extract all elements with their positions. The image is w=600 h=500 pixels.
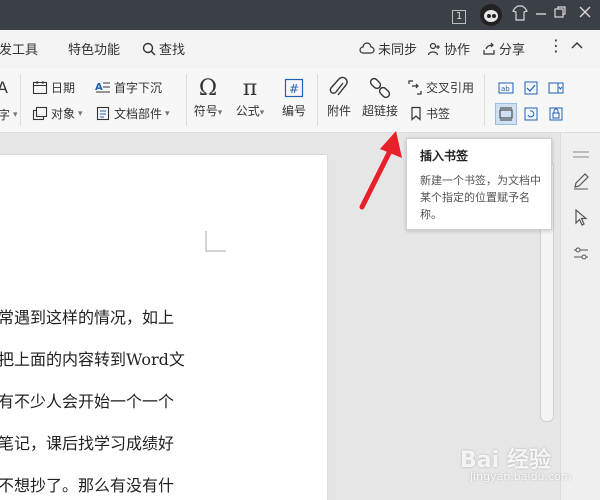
doc-parts-icon bbox=[96, 106, 110, 121]
calendar-icon bbox=[32, 81, 48, 95]
date-label: 日期 bbox=[51, 81, 76, 95]
cross-reference-label: 交叉引用 bbox=[426, 81, 475, 95]
pi-icon: π bbox=[242, 75, 258, 101]
search-icon bbox=[142, 42, 156, 55]
partial-ribbon-icon: A bbox=[0, 78, 8, 97]
svg-text:#: # bbox=[289, 82, 299, 96]
search-button[interactable]: 查找 bbox=[142, 39, 185, 58]
doc-parts-label: 文档部件 bbox=[114, 107, 163, 121]
cross-reference-icon bbox=[408, 80, 422, 95]
document-text-line: 常遇到这样的情况，如上 bbox=[0, 308, 175, 327]
unsync-button[interactable]: 未同步 bbox=[359, 39, 417, 58]
minimize-icon[interactable] bbox=[534, 5, 548, 25]
partial-ribbon-label[interactable]: 字 ▾ bbox=[0, 106, 18, 123]
unsync-label: 未同步 bbox=[378, 43, 418, 58]
tab-developer-tools[interactable]: 开发工具 bbox=[0, 39, 38, 58]
hyperlink-button[interactable]: 超链接 bbox=[362, 74, 398, 119]
attachment-label: 附件 bbox=[326, 104, 351, 118]
divider bbox=[317, 74, 318, 126]
share-button[interactable]: 分享 bbox=[482, 39, 525, 58]
close-icon[interactable] bbox=[578, 5, 592, 25]
bookmark-button-content[interactable]: 书签 bbox=[409, 105, 450, 122]
form-field-shading-icon[interactable] bbox=[495, 103, 517, 125]
tooltip-body: 新建一个书签，为文档中某个指定的位置赋予名称。 bbox=[420, 174, 541, 221]
ribbon-toolbar: A 字 ▾ 日期 对象 ▾ A 首字下沉 文档部件 ▾ Ω 符号▾ π 公式▾ # 编… bbox=[0, 68, 600, 195]
cross-reference-button[interactable]: 交叉引用 bbox=[407, 79, 474, 96]
link-icon bbox=[362, 74, 398, 102]
share-label: 分享 bbox=[499, 43, 526, 58]
more-options-icon[interactable]: ⋮ bbox=[548, 36, 564, 55]
omega-icon: Ω bbox=[198, 75, 218, 101]
doc-parts-button[interactable]: 文档部件 ▾ bbox=[95, 105, 170, 122]
numbering-button[interactable]: # 编号 bbox=[276, 74, 312, 119]
formula-button[interactable]: π 公式▾ bbox=[232, 74, 268, 119]
date-button[interactable]: 日期 bbox=[32, 79, 75, 96]
bookmark-tooltip: 插入书签 新建一个书签，为文档中某个指定的位置赋予名称。 bbox=[406, 138, 552, 230]
object-icon bbox=[32, 106, 48, 121]
paperclip-icon bbox=[321, 74, 357, 102]
menu-bar: 开发工具 特色功能 查找 未同步 协作 分享 ⋮ bbox=[0, 30, 600, 69]
object-button[interactable]: 对象 ▾ bbox=[32, 105, 83, 122]
pen-icon[interactable] bbox=[571, 171, 591, 191]
numbering-label: 编号 bbox=[281, 104, 306, 118]
formula-label: 公式 bbox=[235, 104, 260, 118]
bookmark-label: 书签 bbox=[426, 107, 451, 121]
form-checkbox-icon[interactable] bbox=[520, 77, 542, 99]
title-bar: 1 bbox=[0, 0, 600, 30]
document-text-line: 笔记，课后找学习成绩好 bbox=[0, 434, 175, 453]
search-label: 查找 bbox=[159, 43, 186, 58]
divider bbox=[186, 74, 187, 126]
cloud-icon bbox=[359, 41, 375, 54]
document-text-line: 不想抄了。那么有没有什 bbox=[0, 476, 175, 495]
object-label: 对象 bbox=[51, 107, 76, 121]
reset-form-icon[interactable] bbox=[520, 103, 542, 125]
share-icon bbox=[483, 42, 495, 55]
restore-icon[interactable] bbox=[553, 5, 567, 25]
symbol-button[interactable]: Ω 符号▾ bbox=[190, 74, 226, 119]
baidu-watermark-url: jingyan.baidu.com bbox=[470, 470, 572, 483]
drop-cap-button[interactable]: A 首字下沉 bbox=[95, 79, 162, 96]
partial-ribbon-item[interactable]: A bbox=[0, 78, 8, 97]
bookmark-icon bbox=[411, 106, 421, 121]
partial-ribbon-text: 字 bbox=[0, 108, 11, 122]
hyperlink-label: 超链接 bbox=[362, 104, 399, 118]
tooltip-title: 插入书签 bbox=[420, 149, 469, 163]
sliders-icon[interactable] bbox=[571, 243, 591, 263]
margin-corner-mark bbox=[205, 231, 226, 252]
protect-form-icon[interactable] bbox=[545, 103, 567, 125]
symbol-label: 符号 bbox=[193, 104, 218, 118]
drop-cap-icon: A bbox=[95, 82, 110, 93]
collaborate-label: 协作 bbox=[444, 43, 471, 58]
divider bbox=[20, 74, 21, 126]
right-side-panel bbox=[560, 133, 600, 500]
document-text-line: 有不少人会开始一个一个 bbox=[0, 392, 175, 411]
document-page[interactable]: 常遇到这样的情况，如上 把上面的内容转到Word文 有不少人会开始一个一个 笔记… bbox=[0, 155, 327, 500]
cursor-icon[interactable] bbox=[571, 207, 591, 227]
divider bbox=[484, 74, 485, 126]
shirt-icon[interactable] bbox=[512, 5, 528, 27]
attachment-button[interactable]: 附件 bbox=[321, 74, 357, 119]
form-dropdown-icon[interactable] bbox=[545, 77, 567, 99]
hash-icon: # bbox=[276, 74, 312, 102]
panel-menu-icon[interactable] bbox=[571, 145, 591, 165]
svg-text:A: A bbox=[95, 82, 103, 93]
page-indicator-icon[interactable]: 1 bbox=[452, 5, 467, 25]
tab-special-features[interactable]: 特色功能 bbox=[68, 39, 120, 58]
drop-cap-label: 首字下沉 bbox=[114, 81, 163, 95]
form-textbox-icon[interactable]: ab bbox=[495, 77, 517, 99]
user-add-icon bbox=[427, 42, 440, 55]
collapse-ribbon-icon[interactable] bbox=[570, 38, 584, 52]
red-arrow-annotation bbox=[359, 131, 402, 210]
page-indicator: 1 bbox=[452, 10, 467, 24]
avatar[interactable] bbox=[480, 4, 502, 26]
svg-text:ab: ab bbox=[501, 85, 510, 93]
document-text-line: 把上面的内容转到Word文 bbox=[0, 350, 185, 369]
collaborate-button[interactable]: 协作 bbox=[427, 39, 470, 58]
